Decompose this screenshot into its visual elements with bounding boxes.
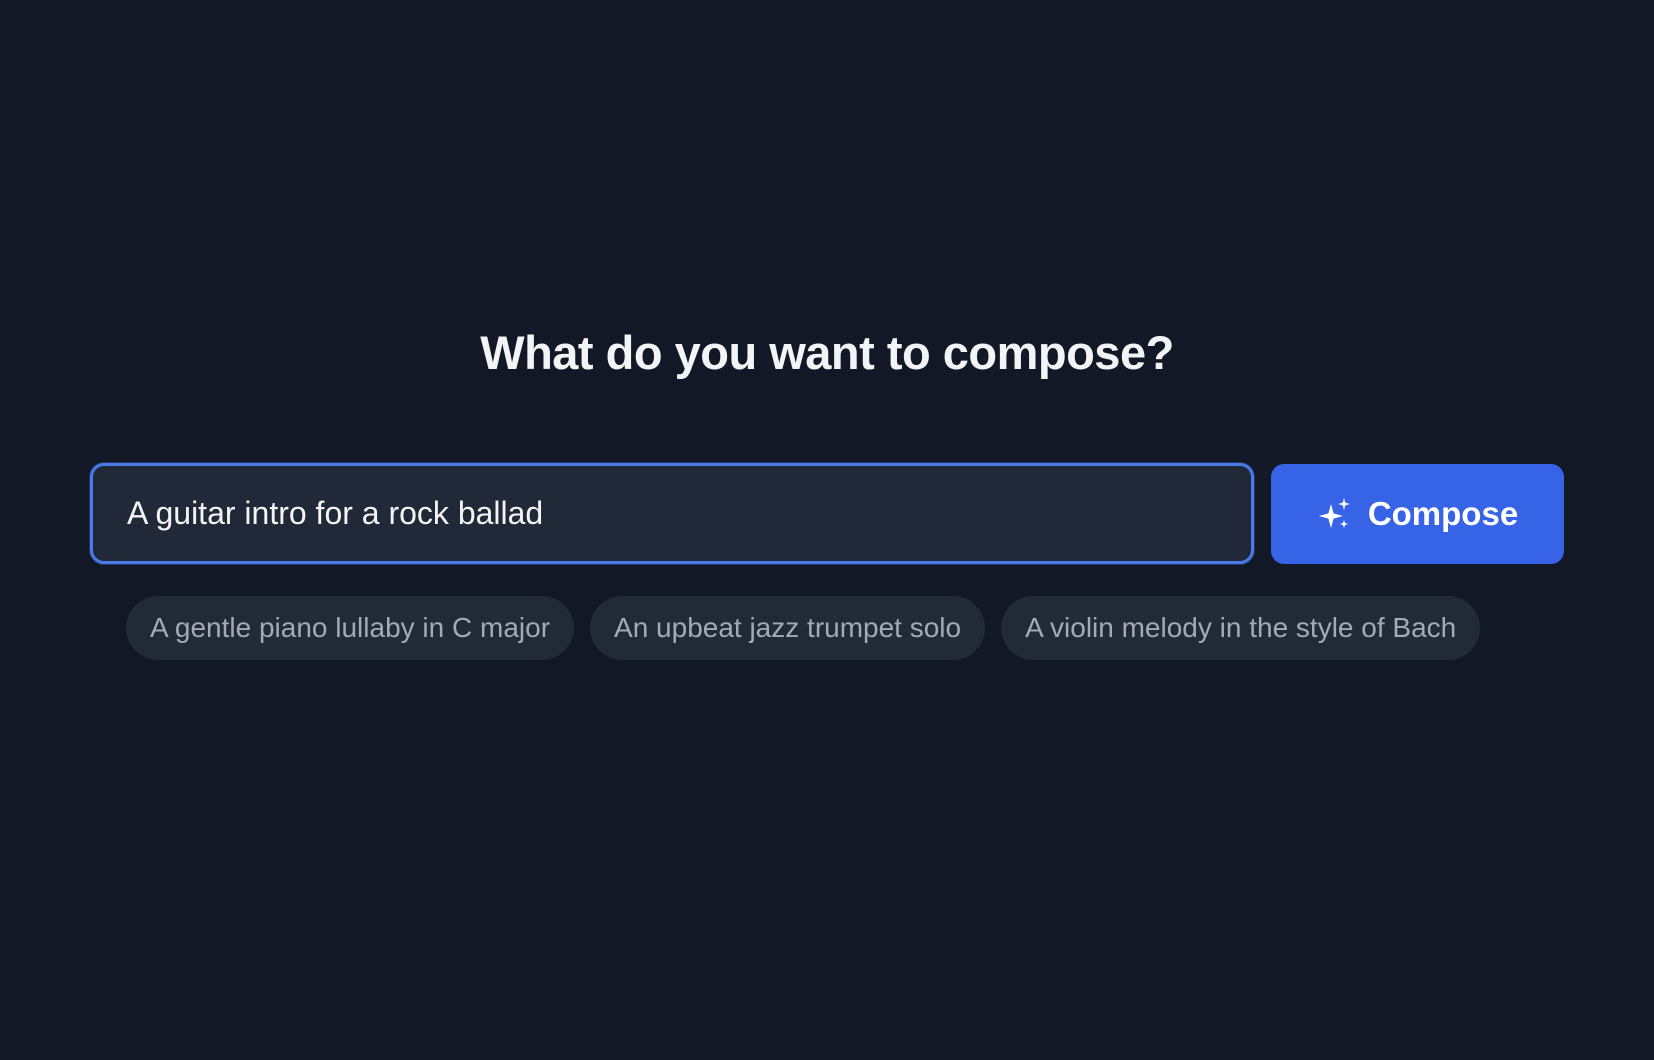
suggestion-chip[interactable]: An upbeat jazz trumpet solo — [590, 596, 986, 660]
prompt-input[interactable] — [90, 463, 1254, 564]
sparkles-icon — [1317, 496, 1353, 532]
compose-button-label: Compose — [1367, 495, 1519, 532]
suggestion-chips: A gentle piano lullaby in C major An upb… — [126, 596, 1481, 660]
compose-button[interactable]: Compose — [1271, 464, 1564, 564]
page-title: What do you want to compose? — [480, 326, 1174, 379]
suggestion-chip[interactable]: A gentle piano lullaby in C major — [126, 596, 575, 660]
suggestion-chip[interactable]: A violin melody in the style of Bach — [1001, 596, 1481, 660]
